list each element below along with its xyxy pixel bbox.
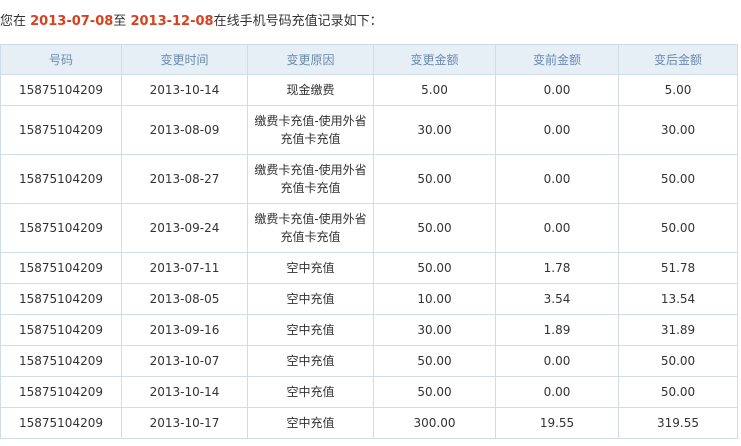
cell-before-amount: 0.00: [495, 203, 619, 253]
table-row: 15875104209 2013-10-17 空中充值 300.00 19.55…: [0, 407, 738, 439]
header-after-amount: 变后金额: [618, 44, 738, 75]
cell-change-amount: 50.00: [373, 154, 496, 204]
table-row: 15875104209 2013-09-24 缴费卡充值-使用外省充值卡充值 5…: [0, 203, 738, 253]
table-row: 15875104209 2013-10-07 空中充值 50.00 0.00 5…: [0, 345, 738, 377]
cell-change-amount: 50.00: [373, 252, 496, 284]
header-before-amount: 变前金额: [495, 44, 619, 75]
cell-before-amount: 0.00: [495, 345, 619, 377]
reason-text: 现金缴费: [286, 83, 335, 97]
header-change-amount: 变更金额: [373, 44, 496, 75]
summary-end-date: 2013-12-08: [130, 14, 214, 29]
cell-change-reason: 空中充值: [247, 252, 374, 284]
cell-phone-number: 15875104209: [0, 203, 122, 253]
table-row: 15875104209 2013-08-05 空中充值 10.00 3.54 1…: [0, 283, 738, 315]
cell-change-time: 2013-09-24: [121, 203, 248, 253]
cell-after-amount: 13.54: [618, 283, 738, 315]
cell-change-amount: 5.00: [373, 74, 496, 106]
cell-change-time: 2013-07-11: [121, 252, 248, 284]
cell-change-reason: 缴费卡充值-使用外省充值卡充值: [247, 154, 374, 204]
cell-change-reason: 空中充值: [247, 407, 374, 439]
cell-after-amount: 50.00: [618, 376, 738, 408]
recharge-records-table: 号码 变更时间 变更原因 变更金额 变前金额 变后金额 15875104209 …: [0, 44, 738, 439]
cell-change-amount: 50.00: [373, 345, 496, 377]
header-phone-number: 号码: [0, 44, 122, 75]
table-row: 15875104209 2013-08-27 缴费卡充值-使用外省充值卡充值 5…: [0, 154, 738, 204]
summary-start-date: 2013-07-08: [30, 14, 114, 29]
cell-change-time: 2013-10-14: [121, 376, 248, 408]
cell-change-reason: 空中充值: [247, 283, 374, 315]
cell-after-amount: 31.89: [618, 314, 738, 346]
reason-text: 空中充值: [286, 323, 335, 337]
cell-after-amount: 50.00: [618, 154, 738, 204]
cell-phone-number: 15875104209: [0, 74, 122, 106]
cell-before-amount: 0.00: [495, 74, 619, 106]
reason-text: 缴费卡充值-使用外省充值卡充值: [254, 114, 367, 146]
reason-text: 空中充值: [286, 261, 335, 275]
cell-change-time: 2013-08-27: [121, 154, 248, 204]
summary-suffix: 在线手机号码充值记录如下：: [213, 14, 383, 29]
cell-change-amount: 10.00: [373, 283, 496, 315]
cell-before-amount: 0.00: [495, 376, 619, 408]
cell-after-amount: 5.00: [618, 74, 738, 106]
table-row: 15875104209 2013-07-11 空中充值 50.00 1.78 5…: [0, 252, 738, 284]
table-row: 15875104209 2013-08-09 缴费卡充值-使用外省充值卡充值 3…: [0, 105, 738, 155]
reason-text: 空中充值: [286, 385, 335, 399]
cell-after-amount: 30.00: [618, 105, 738, 155]
reason-text: 缴费卡充值-使用外省充值卡充值: [254, 212, 367, 244]
cell-change-reason: 缴费卡充值-使用外省充值卡充值: [247, 203, 374, 253]
cell-phone-number: 15875104209: [0, 105, 122, 155]
table-header-row: 号码 变更时间 变更原因 变更金额 变前金额 变后金额: [0, 44, 738, 75]
cell-change-time: 2013-09-16: [121, 314, 248, 346]
cell-phone-number: 15875104209: [0, 407, 122, 439]
cell-change-reason: 空中充值: [247, 314, 374, 346]
cell-change-reason: 空中充值: [247, 376, 374, 408]
summary-prefix: 您在: [0, 14, 31, 29]
cell-change-amount: 50.00: [373, 376, 496, 408]
cell-after-amount: 51.78: [618, 252, 738, 284]
table-row: 15875104209 2013-09-16 空中充值 30.00 1.89 3…: [0, 314, 738, 346]
summary-middle: 至: [113, 14, 131, 29]
cell-phone-number: 15875104209: [0, 283, 122, 315]
table-row: 15875104209 2013-10-14 现金缴费 5.00 0.00 5.…: [0, 74, 738, 106]
cell-change-reason: 空中充值: [247, 345, 374, 377]
cell-after-amount: 50.00: [618, 345, 738, 377]
reason-text: 缴费卡充值-使用外省充值卡充值: [254, 163, 367, 195]
cell-before-amount: 3.54: [495, 283, 619, 315]
reason-text: 空中充值: [286, 416, 335, 430]
query-summary: 您在 2013-07-08至 2013-12-08在线手机号码充值记录如下：: [0, 12, 383, 32]
cell-change-time: 2013-10-07: [121, 345, 248, 377]
cell-phone-number: 15875104209: [0, 252, 122, 284]
cell-phone-number: 15875104209: [0, 345, 122, 377]
header-change-time: 变更时间: [121, 44, 248, 75]
cell-change-time: 2013-10-17: [121, 407, 248, 439]
cell-change-time: 2013-08-09: [121, 105, 248, 155]
cell-before-amount: 0.00: [495, 105, 619, 155]
cell-change-amount: 50.00: [373, 203, 496, 253]
cell-change-time: 2013-08-05: [121, 283, 248, 315]
cell-before-amount: 1.78: [495, 252, 619, 284]
cell-after-amount: 319.55: [618, 407, 738, 439]
cell-phone-number: 15875104209: [0, 154, 122, 204]
reason-text: 空中充值: [286, 292, 335, 306]
cell-change-amount: 300.00: [373, 407, 496, 439]
cell-change-reason: 现金缴费: [247, 74, 374, 106]
cell-before-amount: 0.00: [495, 154, 619, 204]
cell-after-amount: 50.00: [618, 203, 738, 253]
reason-text: 空中充值: [286, 354, 335, 368]
cell-change-reason: 缴费卡充值-使用外省充值卡充值: [247, 105, 374, 155]
cell-before-amount: 1.89: [495, 314, 619, 346]
table-row: 15875104209 2013-10-14 空中充值 50.00 0.00 5…: [0, 376, 738, 408]
cell-before-amount: 19.55: [495, 407, 619, 439]
cell-change-amount: 30.00: [373, 314, 496, 346]
cell-phone-number: 15875104209: [0, 376, 122, 408]
header-change-reason: 变更原因: [247, 44, 374, 75]
cell-change-amount: 30.00: [373, 105, 496, 155]
cell-change-time: 2013-10-14: [121, 74, 248, 106]
cell-phone-number: 15875104209: [0, 314, 122, 346]
